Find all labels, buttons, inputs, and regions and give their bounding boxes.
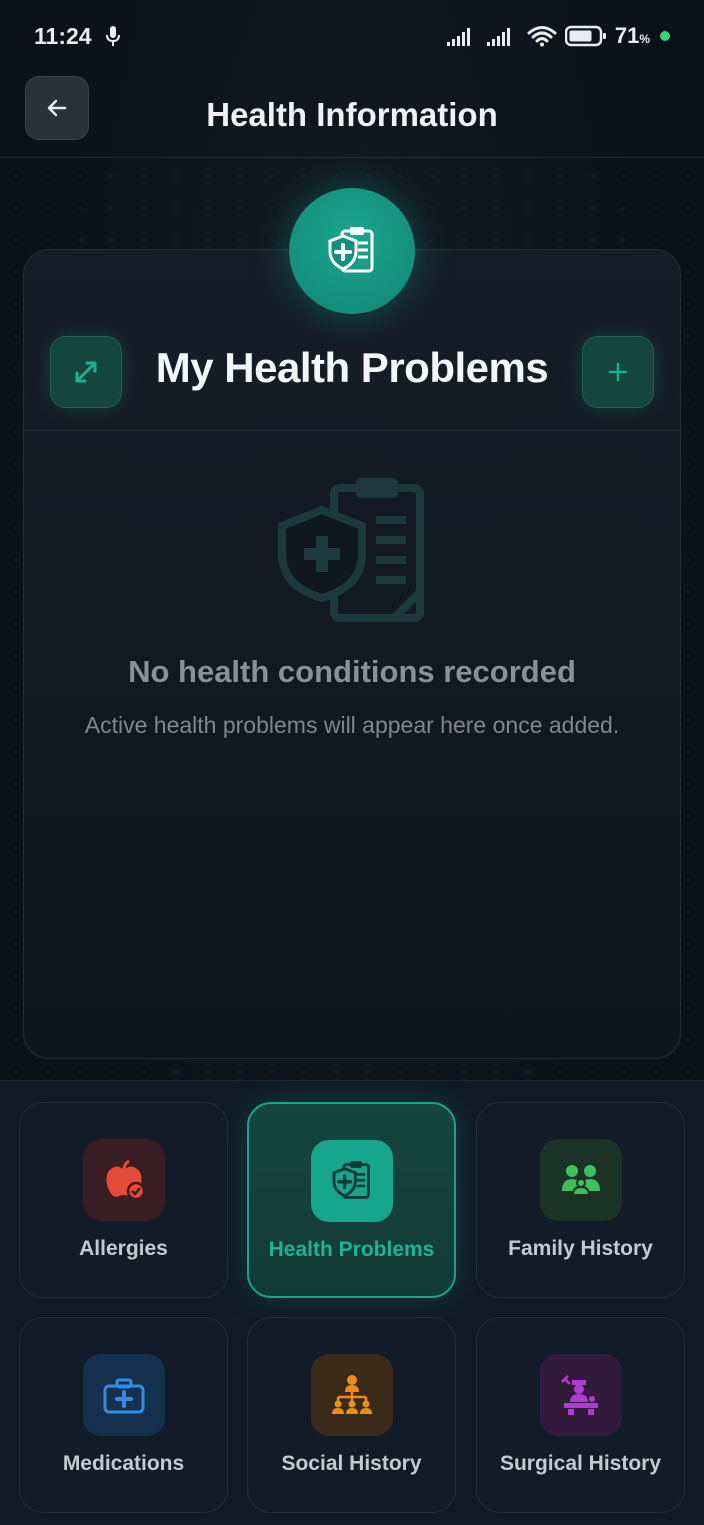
nav-tile-label: Allergies xyxy=(79,1237,168,1260)
nav-tile-family-history[interactable]: Family History xyxy=(476,1102,685,1298)
nav-tile-label: Medications xyxy=(62,1452,185,1475)
back-button[interactable] xyxy=(25,76,89,140)
nav-tile-label: Health Problems xyxy=(268,1238,435,1261)
health-information-screen: 11:24 71% Health Information My Health P… xyxy=(0,0,704,1525)
clipboard-shield-icon xyxy=(331,1161,370,1199)
nav-tile-social-history[interactable]: Social History xyxy=(247,1317,456,1513)
surgeon-icon xyxy=(560,1375,598,1415)
arrow-left-icon xyxy=(47,99,67,117)
status-time: 11:24 xyxy=(34,22,92,49)
nav-tile-health-problems[interactable]: Health Problems xyxy=(247,1102,456,1298)
battery-icon xyxy=(564,25,606,47)
health-problems-icon-box xyxy=(310,1140,393,1222)
empty-state-subtitle: Active health problems will appear here … xyxy=(84,712,620,738)
nav-tile-allergies[interactable]: Allergies xyxy=(19,1102,228,1298)
page-title: Health Information xyxy=(206,95,498,133)
social-history-icon-box xyxy=(310,1354,393,1436)
nav-tile-label: Surgical History xyxy=(499,1452,662,1475)
plus-icon xyxy=(608,362,628,382)
family-icon xyxy=(561,1165,600,1196)
battery-level: 71% xyxy=(614,23,650,48)
apple-icon xyxy=(105,1159,145,1201)
app-header: Health Information xyxy=(0,72,704,158)
privacy-indicator xyxy=(660,31,670,41)
signal-icon xyxy=(446,28,470,46)
status-bar: 11:24 71% xyxy=(0,0,704,72)
empty-state-title: No health conditions recorded xyxy=(128,654,576,689)
nav-tile-label: Social History xyxy=(281,1452,422,1475)
medkit-icon xyxy=(103,1378,144,1414)
signal-icon-2 xyxy=(486,28,510,46)
medications-icon-box xyxy=(82,1354,165,1436)
empty-state-clipboard-shield-icon xyxy=(278,478,424,622)
wifi-icon xyxy=(527,26,557,47)
social-network-icon xyxy=(331,1375,372,1414)
family-history-icon-box xyxy=(539,1139,622,1221)
surgical-history-icon-box xyxy=(539,1354,622,1436)
nav-tile-medications[interactable]: Medications xyxy=(19,1317,228,1513)
nav-tile-surgical-history[interactable]: Surgical History xyxy=(476,1317,685,1513)
card-hero-badge xyxy=(289,188,415,314)
microphone-icon xyxy=(105,26,120,46)
card-divider xyxy=(24,430,680,431)
add-health-problem-button[interactable] xyxy=(582,336,654,408)
nav-tile-label: Family History xyxy=(508,1237,653,1260)
clipboard-shield-icon xyxy=(328,227,374,273)
allergies-icon-box xyxy=(82,1139,165,1221)
